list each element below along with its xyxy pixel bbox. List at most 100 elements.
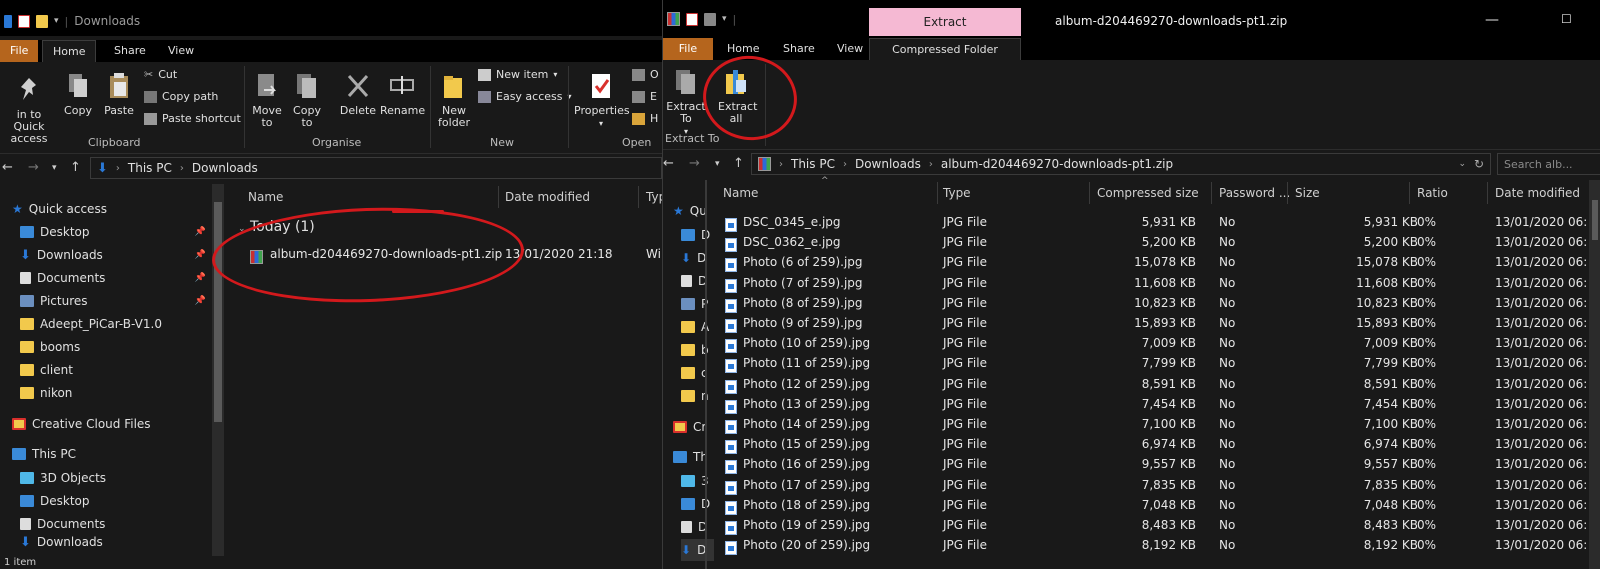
file-row[interactable]: Photo (19 of 259).jpg JPG File 8,483 KB No 8… xyxy=(717,515,1600,535)
file-row[interactable]: Photo (13 of 259).jpg JPG File 7,454 KB No 7… xyxy=(717,394,1600,414)
tab-home[interactable]: Home xyxy=(717,38,769,60)
nav-documents[interactable]: D xyxy=(681,270,707,292)
tab-share[interactable]: Share xyxy=(773,38,825,60)
tab-view[interactable]: View xyxy=(158,40,204,62)
tab-share[interactable]: Share xyxy=(104,40,156,62)
maximize-button[interactable]: ☐ xyxy=(1561,12,1572,26)
minimize-button[interactable]: — xyxy=(1485,12,1499,28)
address-dropdown-icon[interactable]: ⌄ xyxy=(1458,159,1466,169)
rename-button[interactable]: Rename xyxy=(380,70,425,117)
column-name[interactable]: Name xyxy=(248,190,283,204)
nav-this-pc[interactable]: Th xyxy=(673,446,708,468)
file-row-zip[interactable]: album-d204469270-downloads-pt1.zip 13/01… xyxy=(248,244,662,264)
extract-context-tab[interactable]: Extract xyxy=(869,8,1021,36)
file-row[interactable]: Photo (18 of 259).jpg JPG File 7,048 KB No 7… xyxy=(717,495,1600,515)
column-ratio[interactable]: Ratio xyxy=(1417,186,1448,200)
navigation-scrollbar[interactable] xyxy=(212,184,224,556)
tab-file[interactable]: File xyxy=(663,38,713,60)
nav-pc-downloads[interactable]: ⬇ D xyxy=(681,539,715,561)
column-type[interactable]: Typ xyxy=(646,190,662,204)
breadcrumb-zip[interactable]: album-d204469270-downloads-pt1.zip xyxy=(941,157,1173,171)
file-list-scrollbar[interactable] xyxy=(1589,180,1600,569)
column-compressed-size[interactable]: Compressed size xyxy=(1097,186,1199,200)
properties-button[interactable]: Properties ▾ xyxy=(574,70,630,130)
open-button[interactable]: O xyxy=(632,68,659,81)
move-to-button[interactable]: Move to xyxy=(250,70,284,129)
new-item-button[interactable]: New item ▾ xyxy=(478,68,557,81)
cut-button[interactable]: ✂ Cut xyxy=(144,68,177,81)
back-arrow-icon[interactable]: ← xyxy=(2,160,13,175)
nav-folder-adeept[interactable]: Adeept_PiCar-B-V1.0 xyxy=(20,313,162,335)
file-row[interactable]: Photo (12 of 259).jpg JPG File 8,591 KB No 8… xyxy=(717,374,1600,394)
nav-folder-client[interactable]: client xyxy=(20,359,73,381)
new-folder-button[interactable]: New folder xyxy=(436,70,472,129)
column-name[interactable]: Name xyxy=(723,186,758,200)
file-row[interactable]: Photo (10 of 259).jpg JPG File 7,009 KB No 7… xyxy=(717,333,1600,354)
nav-creative-cloud[interactable]: Cr xyxy=(673,416,706,438)
breadcrumb-this-pc[interactable]: This PC xyxy=(791,157,835,171)
new-folder-qat-icon[interactable] xyxy=(36,14,48,28)
tab-home[interactable]: Home xyxy=(42,40,96,62)
scrollbar-thumb[interactable] xyxy=(1592,200,1598,240)
nav-pc-documents[interactable]: D xyxy=(681,516,707,538)
scrollbar-thumb[interactable] xyxy=(214,202,222,422)
customize-qat-icon[interactable]: ▾ xyxy=(54,16,59,26)
nav-desktop[interactable]: Desktop 📌 xyxy=(20,221,210,243)
group-today[interactable]: ⌄ Today (1) xyxy=(238,219,315,235)
tab-view[interactable]: View xyxy=(827,38,873,60)
file-row[interactable]: DSC_0362_e.jpg JPG File 5,200 KB No 5,200 KB… xyxy=(717,232,1600,253)
properties-qat-icon[interactable] xyxy=(18,14,30,28)
column-password[interactable]: Password ... xyxy=(1219,186,1290,200)
address-bar[interactable]: › This PC › Downloads › album-d204469270… xyxy=(751,153,1491,175)
refresh-icon[interactable]: ↻ xyxy=(1474,157,1484,171)
nav-pc-desktop[interactable]: Desktop xyxy=(20,490,90,512)
recent-chevron-icon[interactable]: ▾ xyxy=(715,159,720,169)
breadcrumb-this-pc[interactable]: This PC xyxy=(128,161,172,175)
file-row[interactable]: Photo (7 of 259).jpg JPG File 11,608 KB No 1… xyxy=(717,273,1600,293)
file-row[interactable]: Photo (6 of 259).jpg JPG File 15,078 KB No 1… xyxy=(717,252,1600,273)
file-row[interactable]: Photo (9 of 259).jpg JPG File 15,893 KB No 1… xyxy=(717,313,1600,333)
properties-qat-icon[interactable] xyxy=(686,12,698,26)
file-row[interactable]: Photo (17 of 259).jpg JPG File 7,835 KB No 7… xyxy=(717,475,1600,495)
breadcrumb-downloads[interactable]: Downloads xyxy=(855,157,921,171)
up-arrow-icon[interactable]: ↑ xyxy=(70,160,81,175)
file-row[interactable]: Photo (16 of 259).jpg JPG File 9,557 KB No 9… xyxy=(717,454,1600,475)
nav-quick-access[interactable]: ★ Qu xyxy=(673,200,707,222)
edit-button[interactable]: E xyxy=(632,90,657,103)
paste-shortcut-button[interactable]: Paste shortcut xyxy=(144,112,241,125)
forward-arrow-icon[interactable]: → xyxy=(28,160,39,175)
history-button[interactable]: H xyxy=(632,112,658,125)
file-row[interactable]: Photo (14 of 259).jpg JPG File 7,100 KB No 7… xyxy=(717,414,1600,434)
copy-to-button[interactable]: Copy to xyxy=(290,70,324,129)
address-bar[interactable]: ⬇ › This PC › Downloads xyxy=(90,157,662,179)
paste-button[interactable]: Paste xyxy=(100,70,138,117)
nav-documents[interactable]: Documents 📌 xyxy=(20,267,210,289)
nav-downloads[interactable]: ⬇ Downloads 📌 xyxy=(20,244,210,266)
delete-button[interactable]: Delete xyxy=(338,70,378,117)
nav-pc-downloads[interactable]: ⬇ Downloads xyxy=(20,535,103,549)
column-type[interactable]: Type xyxy=(943,186,971,200)
file-row[interactable]: Photo (15 of 259).jpg JPG File 6,974 KB No 6… xyxy=(717,434,1600,455)
nav-folder-client[interactable]: c xyxy=(681,362,708,384)
file-row[interactable]: Photo (11 of 259).jpg JPG File 7,799 KB No 7… xyxy=(717,353,1600,374)
up-arrow-icon[interactable]: ↑ xyxy=(733,156,744,171)
new-folder-qat-icon[interactable] xyxy=(704,12,716,26)
extract-to-button[interactable]: Extract To ▾ xyxy=(663,66,709,138)
nav-quick-access[interactable]: ★ Quick access xyxy=(12,198,107,220)
extract-all-button[interactable]: Extract all xyxy=(715,66,757,125)
breadcrumb-downloads[interactable]: Downloads xyxy=(192,161,258,175)
column-size[interactable]: Size xyxy=(1295,186,1320,200)
back-arrow-icon[interactable]: ← xyxy=(663,156,674,171)
customize-qat-icon[interactable]: ▾ xyxy=(722,14,727,24)
pin-quick-access-button[interactable]: in to Quick access xyxy=(0,74,58,145)
nav-downloads[interactable]: ⬇ D xyxy=(681,247,706,269)
easy-access-button[interactable]: Easy access ▾ xyxy=(478,90,572,103)
forward-arrow-icon[interactable]: → xyxy=(689,156,700,171)
nav-pc-documents[interactable]: Documents xyxy=(20,513,105,535)
nav-pictures[interactable]: Pictures 📌 xyxy=(20,290,210,312)
nav-creative-cloud[interactable]: Creative Cloud Files xyxy=(12,413,151,435)
copy-path-button[interactable]: Copy path xyxy=(144,90,218,103)
column-date-modified[interactable]: Date modified xyxy=(1495,186,1580,200)
file-row[interactable]: Photo (20 of 259).jpg JPG File 8,192 KB No 8… xyxy=(717,535,1600,556)
file-row[interactable]: Photo (8 of 259).jpg JPG File 10,823 KB No 1… xyxy=(717,293,1600,313)
